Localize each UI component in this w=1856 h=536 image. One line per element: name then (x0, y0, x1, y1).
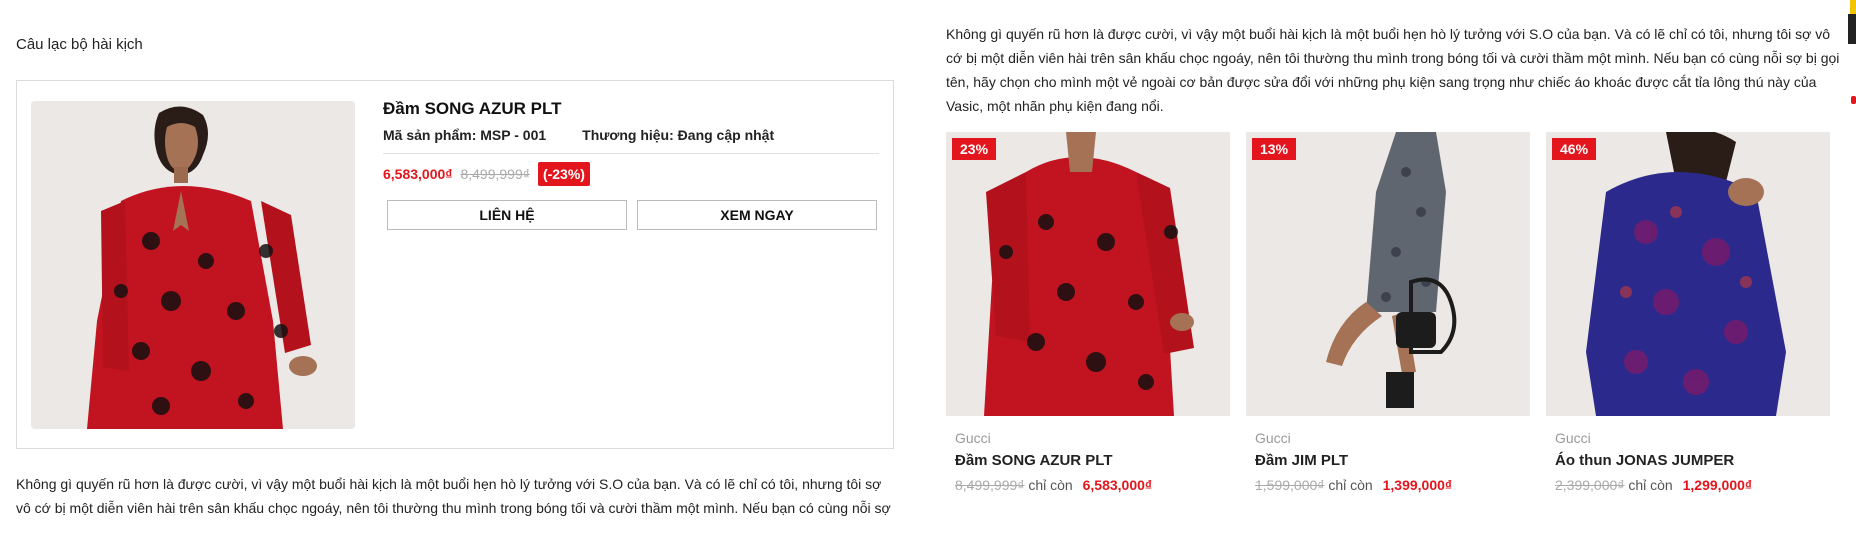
current-price: 1,299,000₫ (1682, 477, 1753, 493)
sku-label: Mã sản phẩm: (383, 127, 477, 143)
original-price: 2,399,000₫ (1555, 477, 1625, 493)
page-edge-strip (1848, 0, 1856, 536)
current-price: 6,583,000₫ (1082, 477, 1153, 493)
product-title[interactable]: Đầm SONG AZUR PLT (383, 99, 879, 119)
product-card[interactable]: 13% Gucci Đầm JIM PLT 1,599,000₫ chỉ còn… (1246, 132, 1530, 493)
product-brand: Gucci (1555, 430, 1591, 446)
brand-field: Thương hiệu: Đang cập nhật (582, 127, 774, 143)
remaining-label: chỉ còn (1028, 477, 1073, 493)
product-card-body: Gucci Đầm JIM PLT 1,599,000₫ chỉ còn 1,3… (1246, 416, 1530, 493)
current-price: 1,399,000₫ (1382, 477, 1453, 493)
product-card[interactable]: 46% Gucci Áo thun JONAS JUMPER 2,399,000… (1546, 132, 1830, 493)
product-card-image[interactable]: 23% (946, 132, 1230, 416)
product-brand: Gucci (1255, 430, 1291, 446)
original-price: 1,599,000₫ (1255, 477, 1325, 493)
original-price: 8,499,999₫ (460, 166, 530, 182)
product-info: Đầm SONG AZUR PLT Mã sản phẩm: MSP - 001… (383, 97, 879, 230)
discount-badge: 23% (952, 138, 997, 160)
product-card-image[interactable]: 13% (1246, 132, 1530, 416)
original-price: 8,499,999₫ (955, 477, 1025, 493)
product-price: 8,499,999₫ chỉ còn 6,583,000₫ (955, 477, 1221, 493)
product-grid: 23% Gucci Đầm SONG AZUR PLT 8,499,999₫ c… (946, 132, 1830, 493)
sku-value: MSP - 001 (480, 127, 547, 143)
discount-badge: 46% (1552, 138, 1597, 160)
price-row: 6,583,000₫ 8,499,999₫ (-23%) (383, 162, 879, 186)
quick-view-box: Đầm SONG AZUR PLT Mã sản phẩm: MSP - 001… (16, 80, 894, 449)
sku-field: Mã sản phẩm: MSP - 001 (383, 127, 546, 143)
product-price: 2,399,000₫ chỉ còn 1,299,000₫ (1555, 477, 1821, 493)
product-card-body: Gucci Áo thun JONAS JUMPER 2,399,000₫ ch… (1546, 416, 1830, 493)
left-panel: Câu lạc bộ hài kịch Đầm SONG AZUR PLT Mã… (0, 0, 910, 536)
patterned-dress-photo (1246, 132, 1530, 416)
contact-button[interactable]: LIÊN HỆ (387, 200, 627, 230)
product-card-body: Gucci Đầm SONG AZUR PLT 8,499,999₫ chỉ c… (946, 416, 1230, 493)
remaining-label: chỉ còn (1328, 477, 1373, 493)
jumper-photo (1546, 132, 1830, 416)
product-price: 1,599,000₫ chỉ còn 1,399,000₫ (1255, 477, 1521, 493)
product-meta: Mã sản phẩm: MSP - 001 Thương hiệu: Đang… (383, 127, 879, 154)
product-card-image[interactable]: 46% (1546, 132, 1830, 416)
product-brand: Gucci (955, 430, 991, 446)
product-name[interactable]: Đầm SONG AZUR PLT (955, 452, 1221, 469)
product-name[interactable]: Đầm JIM PLT (1255, 452, 1521, 469)
remaining-label: chỉ còn (1628, 477, 1673, 493)
product-image[interactable] (31, 101, 355, 429)
right-panel: Không gì quyến rũ hơn là được cười, vì v… (930, 0, 1856, 536)
edge-marker (1851, 96, 1856, 104)
edge-icon (1848, 14, 1856, 44)
dress-photo-illustration (31, 101, 355, 429)
action-buttons: LIÊN HỆ XEM NGAY (383, 200, 879, 230)
discount-badge: (-23%) (537, 162, 590, 186)
section-title: Câu lạc bộ hài kịch (16, 36, 143, 53)
description-text: Không gì quyến rũ hơn là được cười, vì v… (16, 476, 891, 516)
discount-badge: 13% (1252, 138, 1297, 160)
intro-paragraph: Không gì quyến rũ hơn là được cười, vì v… (946, 26, 1840, 114)
view-now-button[interactable]: XEM NGAY (637, 200, 877, 230)
brand-label: Thương hiệu: (582, 127, 674, 143)
product-card[interactable]: 23% Gucci Đầm SONG AZUR PLT 8,499,999₫ c… (946, 132, 1230, 493)
edge-highlight (1850, 0, 1856, 14)
red-dress-photo (946, 132, 1230, 416)
product-name[interactable]: Áo thun JONAS JUMPER (1555, 452, 1821, 469)
current-price: 6,583,000₫ (383, 166, 453, 182)
brand-value: Đang cập nhật (677, 127, 775, 143)
